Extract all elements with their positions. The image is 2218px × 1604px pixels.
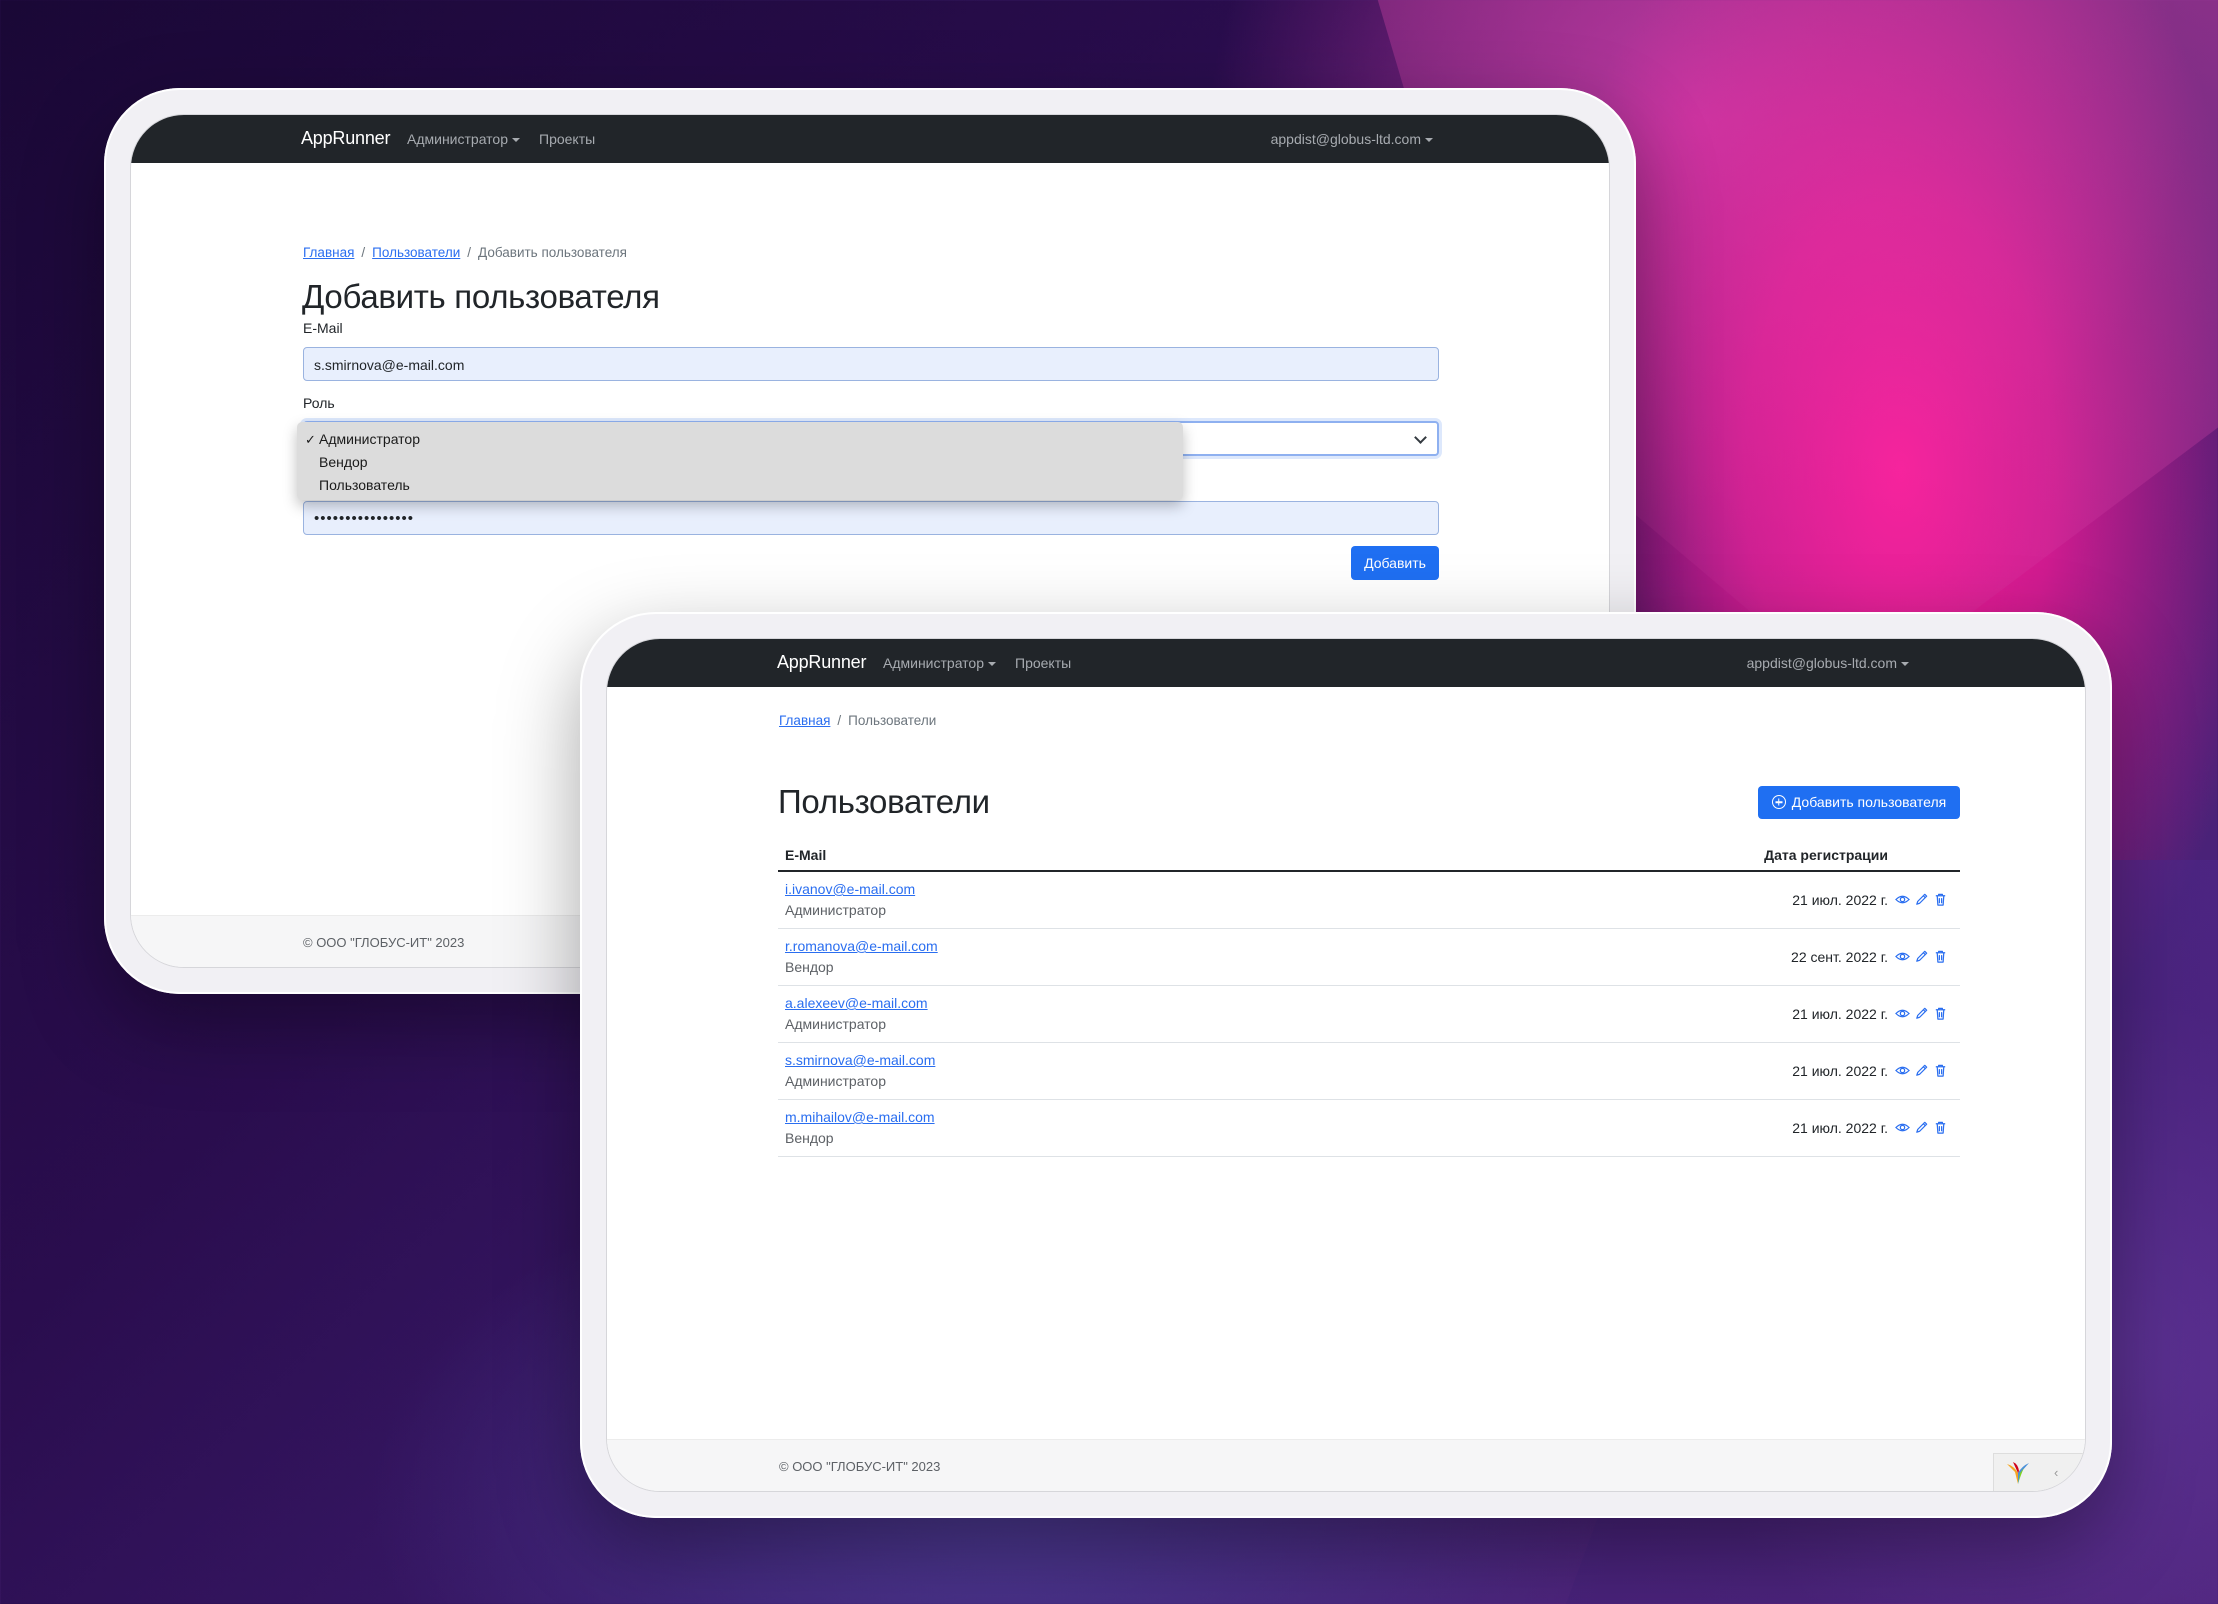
user-role: Вендор xyxy=(785,959,834,975)
page-title: Добавить пользователя xyxy=(302,278,660,315)
breadcrumb-home[interactable]: Главная xyxy=(779,713,830,728)
registration-date: 21 июл. 2022 г. xyxy=(1792,1006,1888,1022)
plus-circle-icon xyxy=(1771,795,1786,809)
user-role: Вендор xyxy=(785,1130,834,1146)
registration-date: 22 сент. 2022 г. xyxy=(1791,949,1888,965)
breadcrumb: Главная / Пользователи / Добавить пользовате… xyxy=(303,245,627,260)
nav-admin-label: Администратор xyxy=(407,131,509,147)
pencil-icon[interactable] xyxy=(1914,1006,1929,1021)
password-field[interactable]: •••••••••••••••• xyxy=(303,501,1439,535)
footer: © ООО "ГЛОБУС-ИТ" 2023 ‹ xyxy=(607,1439,2085,1491)
trash-icon[interactable] xyxy=(1933,1006,1948,1021)
pencil-icon[interactable] xyxy=(1914,1063,1929,1078)
footer-copyright: © ООО "ГЛОБУС-ИТ" 2023 xyxy=(779,1459,941,1474)
breadcrumb-users[interactable]: Пользователи xyxy=(372,245,460,260)
add-user-button-label: Добавить пользователя xyxy=(1791,794,1947,810)
nav-user-label: appdist@globus-ltd.com xyxy=(1746,655,1897,671)
pencil-icon[interactable] xyxy=(1914,1120,1929,1135)
table-header: E-Mail Дата регистрации xyxy=(778,837,1960,872)
eye-icon[interactable] xyxy=(1895,1120,1910,1135)
role-option-label: Вендор xyxy=(319,454,368,470)
brand-logo[interactable]: AppRunner xyxy=(301,128,390,149)
role-option-vendor[interactable]: Вендор xyxy=(297,451,1183,474)
pencil-icon[interactable] xyxy=(1914,949,1929,964)
registration-date: 21 июл. 2022 г. xyxy=(1792,892,1888,908)
brand-logo[interactable]: AppRunner xyxy=(777,652,866,673)
pencil-icon[interactable] xyxy=(1914,892,1929,907)
breadcrumb-current: Пользователи xyxy=(848,713,937,728)
nav-projects[interactable]: Проекты xyxy=(539,131,595,147)
user-email-link[interactable]: r.romanova@e-mail.com xyxy=(785,938,938,954)
registration-date: 21 июл. 2022 г. xyxy=(1792,1120,1888,1136)
table-row: m.mihailov@e-mail.com Вендор 21 июл. 202… xyxy=(778,1100,1960,1157)
breadcrumb-home[interactable]: Главная xyxy=(303,245,354,260)
trash-icon[interactable] xyxy=(1933,949,1948,964)
table-row: i.ivanov@e-mail.com Администратор 21 июл… xyxy=(778,872,1960,929)
navbar: AppRunner Администратор Проекты appdist@… xyxy=(131,115,1609,163)
debug-toolbar[interactable]: ‹ xyxy=(1993,1453,2085,1491)
chevron-left-icon[interactable]: ‹ xyxy=(2054,1465,2058,1480)
caret-down-icon xyxy=(1425,138,1433,142)
yii-logo-icon xyxy=(2007,1462,2029,1484)
checkmark-icon: ✓ xyxy=(305,432,316,447)
table-body: i.ivanov@e-mail.com Администратор 21 июл… xyxy=(778,872,1960,1157)
screen-users: AppRunner Администратор Проекты appdist@… xyxy=(606,638,2086,1492)
role-option-user[interactable]: Пользователь xyxy=(297,474,1183,497)
eye-icon[interactable] xyxy=(1895,1063,1910,1078)
table-row: r.romanova@e-mail.com Вендор 22 сент. 20… xyxy=(778,929,1960,986)
role-option-admin[interactable]: ✓ Администратор xyxy=(297,428,1183,451)
user-email-link[interactable]: s.smirnova@e-mail.com xyxy=(785,1052,935,1068)
page-title: Пользователи xyxy=(778,783,990,820)
nav-user-dropdown[interactable]: appdist@globus-ltd.com xyxy=(1747,655,1909,671)
nav-admin-dropdown[interactable]: Администратор xyxy=(883,655,997,671)
user-email-link[interactable]: m.mihailov@e-mail.com xyxy=(785,1109,935,1125)
nav-admin-dropdown[interactable]: Администратор xyxy=(407,131,521,147)
table-row: a.alexeev@e-mail.com Администратор 21 ию… xyxy=(778,986,1960,1043)
trash-icon[interactable] xyxy=(1933,1063,1948,1078)
email-field[interactable]: s.smirnova@e-mail.com xyxy=(303,347,1439,381)
user-email-link[interactable]: a.alexeev@e-mail.com xyxy=(785,995,928,1011)
role-option-label: Администратор xyxy=(319,431,421,447)
table-row: s.smirnova@e-mail.com Администратор 21 и… xyxy=(778,1043,1960,1100)
add-user-button[interactable]: Добавить пользователя xyxy=(1758,786,1960,819)
user-email-link[interactable]: i.ivanov@e-mail.com xyxy=(785,881,915,897)
nav-user-dropdown[interactable]: appdist@globus-ltd.com xyxy=(1271,131,1433,147)
nav-projects[interactable]: Проекты xyxy=(1015,655,1071,671)
row-actions xyxy=(1895,1006,1948,1022)
eye-icon[interactable] xyxy=(1895,892,1910,907)
role-option-label: Пользователь xyxy=(319,477,410,493)
user-role: Администратор xyxy=(785,1073,887,1089)
submit-button[interactable]: Добавить xyxy=(1351,546,1439,580)
column-header-email: E-Mail xyxy=(785,847,827,863)
user-role: Администратор xyxy=(785,1016,887,1032)
eye-icon[interactable] xyxy=(1895,1006,1910,1021)
row-actions xyxy=(1895,1063,1948,1079)
caret-down-icon xyxy=(1901,662,1909,666)
eye-icon[interactable] xyxy=(1895,949,1910,964)
row-actions xyxy=(1895,949,1948,965)
nav-user-label: appdist@globus-ltd.com xyxy=(1270,131,1421,147)
breadcrumb-current: Добавить пользователя xyxy=(478,245,627,260)
trash-icon[interactable] xyxy=(1933,1120,1948,1135)
row-actions xyxy=(1895,892,1948,908)
row-actions xyxy=(1895,1120,1948,1136)
role-dropdown-menu: ✓ Администратор Вендор Пользователь xyxy=(297,422,1183,500)
column-header-date: Дата регистрации xyxy=(1764,847,1888,863)
navbar: AppRunner Администратор Проекты appdist@… xyxy=(607,639,2085,687)
caret-down-icon xyxy=(512,138,521,142)
role-label: Роль xyxy=(303,395,335,411)
email-label: E-Mail xyxy=(303,320,343,336)
breadcrumb: Главная / Пользователи xyxy=(779,713,937,728)
registration-date: 21 июл. 2022 г. xyxy=(1792,1063,1888,1079)
users-table: E-Mail Дата регистрации i.ivanov@e-mail.… xyxy=(778,837,1960,1157)
nav-admin-label: Администратор xyxy=(883,655,985,671)
chevron-down-icon xyxy=(1414,431,1427,444)
tablet-frame-users: AppRunner Администратор Проекты appdist@… xyxy=(580,612,2112,1518)
footer-copyright: © ООО "ГЛОБУС-ИТ" 2023 xyxy=(303,935,465,950)
user-role: Администратор xyxy=(785,902,887,918)
caret-down-icon xyxy=(988,662,997,666)
trash-icon[interactable] xyxy=(1933,892,1948,907)
